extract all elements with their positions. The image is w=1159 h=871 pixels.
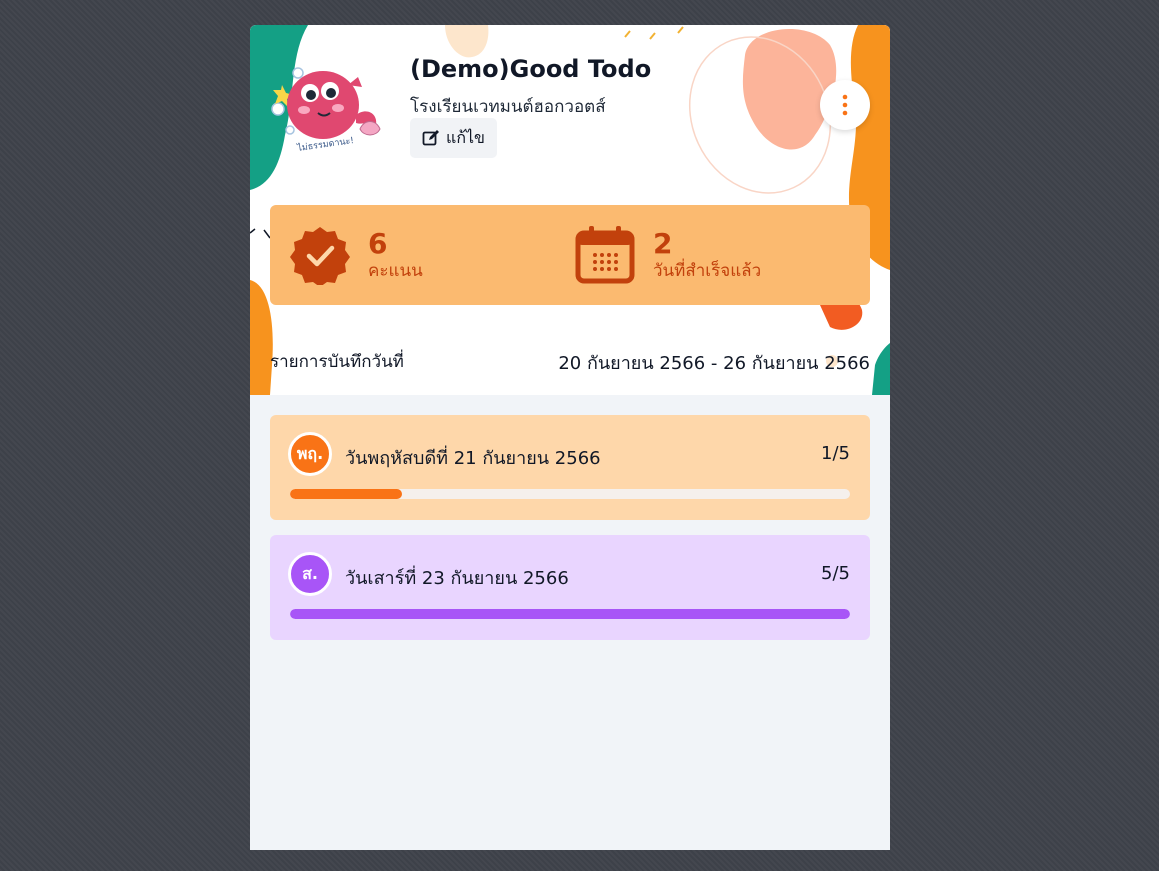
school-name: โรงเรียนเวทมนต์ฮอกวอตส์ (410, 97, 606, 117)
edit-button-label: แก้ไข (446, 127, 485, 147)
vertical-dots-icon (842, 94, 848, 116)
days-completed-label: วันที่สำเร็จแล้ว (653, 261, 762, 281)
edit-button[interactable]: แก้ไข (410, 118, 497, 158)
day-entry-card[interactable]: ส. วันเสาร์ที่ 23 กันยายน 2566 5/5 (270, 535, 870, 640)
more-options-button[interactable] (820, 80, 870, 130)
day-entry-count: 1/5 (821, 443, 850, 464)
day-progress-track (290, 489, 850, 499)
app-card: ไม่ธรรมดานะ! (Demo)Good Todo โรงเรียนเวท… (250, 25, 890, 850)
calendar-icon (575, 226, 635, 284)
badge-check-icon (290, 227, 350, 285)
stats-panel: 6 คะแนน 2 วันที่สำเร็จแล้ว (270, 205, 870, 305)
day-entry-count: 5/5 (821, 563, 850, 584)
day-entry-title: วันพฤหัสบดีที่ 21 กันยายน 2566 (345, 448, 601, 469)
score-stat: 6 คะแนน (290, 205, 423, 305)
day-entry-card[interactable]: พฤ. วันพฤหัสบดีที่ 21 กันยายน 2566 1/5 (270, 415, 870, 520)
day-progress-track (290, 609, 850, 619)
profile-avatar: ไม่ธรรมดานะ! (268, 55, 388, 155)
log-date-label: รายการบันทึกวันที่ (270, 352, 404, 372)
score-value: 6 (368, 227, 388, 260)
score-label: คะแนน (368, 261, 423, 281)
weekday-badge: พฤ. (288, 432, 332, 476)
day-progress-fill (290, 489, 402, 499)
edit-icon (422, 130, 439, 146)
days-completed-value: 2 (653, 227, 673, 260)
log-date-range: 20 กันยายน 2566 - 26 กันยายน 2566 (558, 353, 870, 374)
weekday-badge: ส. (288, 552, 332, 596)
profile-header: ไม่ธรรมดานะ! (Demo)Good Todo โรงเรียนเวท… (250, 25, 890, 395)
pufferfish-sticker-icon: ไม่ธรรมดานะ! (271, 67, 381, 154)
days-completed-stat: 2 วันที่สำเร็จแล้ว (575, 205, 761, 305)
day-entry-title: วันเสาร์ที่ 23 กันยายน 2566 (345, 568, 569, 589)
day-progress-fill (290, 609, 850, 619)
page-title: (Demo)Good Todo (410, 55, 652, 83)
